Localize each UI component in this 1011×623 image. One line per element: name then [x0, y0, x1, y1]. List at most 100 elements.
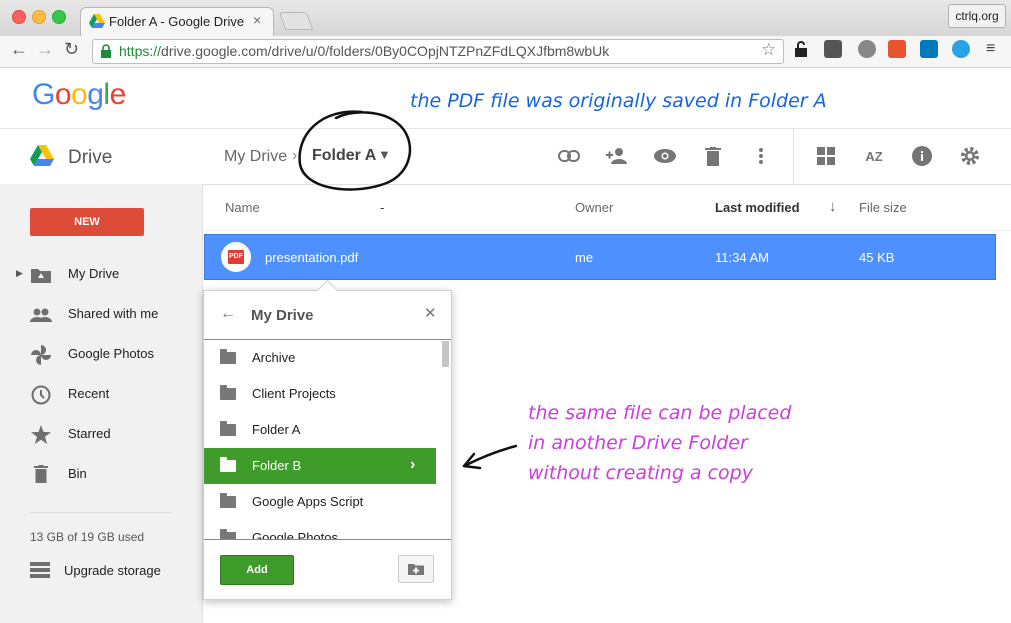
- new-button[interactable]: NEW: [30, 208, 144, 236]
- folder-label: Google Photos: [252, 530, 339, 539]
- folder-item[interactable]: Archive: [204, 340, 436, 376]
- evernote-extension-icon[interactable]: [858, 40, 876, 58]
- folder-icon: [220, 457, 236, 472]
- pdf-label: PDF: [228, 250, 244, 264]
- file-name: presentation.pdf: [265, 250, 359, 265]
- new-folder-icon: [408, 564, 424, 575]
- column-header-name[interactable]: Name: [225, 200, 260, 215]
- drive-favicon-icon: [89, 14, 105, 28]
- column-header-last-modified[interactable]: Last modified: [715, 200, 800, 215]
- folder-list-scrollbar[interactable]: [442, 341, 449, 367]
- folder-label: Folder A: [252, 422, 301, 437]
- annotation-line: in another Drive Folder: [528, 432, 748, 454]
- folder-icon: [220, 529, 236, 539]
- close-window-button[interactable]: [12, 10, 26, 24]
- maximize-window-button[interactable]: [52, 10, 66, 24]
- bookmark-star-icon[interactable]: ☆: [761, 40, 776, 60]
- sidebar-item-label: My Drive: [68, 266, 120, 281]
- pocket-extension-icon[interactable]: [824, 40, 842, 58]
- forward-arrow-icon[interactable]: →: [36, 39, 54, 60]
- browser-tab[interactable]: Folder A - Google Drive ×: [80, 7, 274, 37]
- chevron-right-icon[interactable]: ›: [410, 456, 415, 474]
- folder-list: Archive Client Projects Folder A Folder …: [204, 340, 451, 539]
- info-icon[interactable]: [909, 143, 935, 169]
- expand-arrow-icon[interactable]: ▶: [16, 268, 23, 279]
- share-person-add-icon[interactable]: [604, 143, 630, 169]
- storage-icon: [30, 562, 50, 578]
- folder-label: Folder B: [252, 458, 302, 473]
- more-options-icon[interactable]: [748, 143, 774, 169]
- dialog-title: My Drive: [251, 307, 314, 324]
- sidebar-item-google-photos[interactable]: Google Photos: [0, 340, 202, 370]
- delete-trash-icon[interactable]: [700, 143, 726, 169]
- preview-eye-icon[interactable]: [652, 143, 678, 169]
- annotation-line: without creating a copy: [528, 462, 753, 484]
- photos-icon: [31, 345, 51, 365]
- column-header-dash: -: [380, 200, 385, 215]
- folder-item[interactable]: Google Apps Script: [204, 484, 436, 520]
- folder-item[interactable]: Google Photos: [204, 520, 436, 539]
- profile-button[interactable]: ctrlq.org: [948, 4, 1006, 28]
- annotation-same-file: the same file can be placed in another D…: [528, 398, 791, 488]
- sidebar-item-recent[interactable]: Recent: [0, 380, 202, 410]
- menu-icon[interactable]: ≡: [986, 40, 995, 58]
- move-to-dialog: ← My Drive ✕ Archive Client Projects Fol…: [203, 279, 452, 600]
- column-header-owner[interactable]: Owner: [575, 200, 613, 215]
- file-row[interactable]: PDF presentation.pdf me 11:34 AM 45 KB: [204, 234, 996, 280]
- sidebar-item-label: Starred: [68, 426, 111, 441]
- toolbar-divider: [793, 129, 794, 184]
- sidebar-item-label: Bin: [68, 466, 87, 481]
- folder-icon: [220, 421, 236, 436]
- my-drive-icon: [31, 269, 51, 283]
- url-protocol: https://: [119, 43, 162, 59]
- folder-label: Archive: [252, 350, 296, 365]
- back-arrow-icon[interactable]: ←: [220, 305, 236, 323]
- add-button[interactable]: Add: [220, 555, 294, 585]
- sidebar-item-label: Shared with me: [68, 306, 159, 321]
- grid-view-icon[interactable]: [813, 143, 839, 169]
- drive-logo-icon: [30, 145, 54, 166]
- header-divider: [203, 230, 1011, 231]
- pulse-extension-icon[interactable]: [952, 40, 970, 58]
- settings-gear-icon[interactable]: [957, 143, 983, 169]
- drive-label: Drive: [68, 147, 113, 168]
- url-text: https://drive.google.com/drive/u/0/folde…: [119, 43, 609, 59]
- sort-az-icon[interactable]: AZ: [861, 143, 887, 169]
- minimize-window-button[interactable]: [32, 10, 46, 24]
- get-link-icon[interactable]: [556, 143, 582, 169]
- tab-close-icon[interactable]: ×: [253, 12, 261, 28]
- sidebar-item-starred[interactable]: Starred: [0, 420, 202, 450]
- sidebar: NEW ▶ My Drive Shared with me Google Pho…: [0, 184, 203, 623]
- breadcrumb-my-drive[interactable]: My Drive: [224, 148, 287, 166]
- sidebar-item-shared-with-me[interactable]: Shared with me: [0, 300, 202, 330]
- folder-label: Client Projects: [252, 386, 336, 401]
- dialog-divider: [204, 539, 451, 540]
- back-arrow-icon[interactable]: ←: [10, 39, 28, 60]
- folder-item[interactable]: Client Projects: [204, 376, 436, 412]
- folder-item[interactable]: Folder A: [204, 412, 436, 448]
- unlock-extension-icon[interactable]: [792, 40, 810, 58]
- reload-icon[interactable]: ↻: [64, 39, 79, 60]
- annotation-line: the same file can be placed: [528, 402, 792, 424]
- tab-title: Folder A - Google Drive: [109, 14, 245, 29]
- file-size: 45 KB: [859, 250, 895, 265]
- folder-icon: [220, 385, 236, 400]
- trash-icon: [34, 465, 48, 483]
- upgrade-storage-link[interactable]: Upgrade storage: [64, 563, 161, 578]
- close-icon[interactable]: ✕: [424, 304, 437, 322]
- new-folder-button[interactable]: [398, 555, 434, 583]
- new-tab-button[interactable]: [278, 12, 314, 30]
- address-bar[interactable]: https://drive.google.com/drive/u/0/folde…: [92, 39, 784, 64]
- column-header-file-size[interactable]: File size: [859, 200, 907, 215]
- star-icon: [31, 425, 51, 444]
- browser-toolbar: ← → ↻ https://drive.google.com/drive/u/0…: [0, 36, 1011, 68]
- trello-extension-icon[interactable]: [920, 40, 938, 58]
- folder-item-selected[interactable]: Folder B ›: [204, 448, 436, 484]
- todoist-extension-icon[interactable]: [888, 40, 906, 58]
- sort-arrow-down-icon[interactable]: ↓: [829, 198, 837, 215]
- folder-icon: [220, 349, 236, 364]
- file-modified: 11:34 AM: [715, 250, 769, 265]
- sidebar-item-label: Google Photos: [68, 346, 155, 361]
- sidebar-item-bin[interactable]: Bin: [0, 460, 202, 490]
- sidebar-item-my-drive[interactable]: ▶ My Drive: [0, 260, 202, 290]
